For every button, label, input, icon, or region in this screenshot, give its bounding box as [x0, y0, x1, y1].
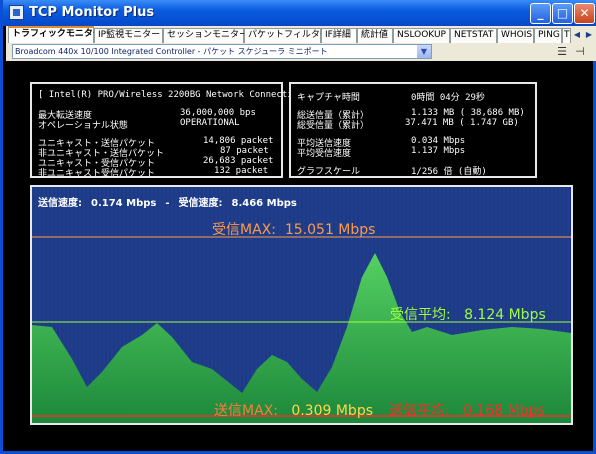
close-button[interactable]: ✕ — [574, 3, 595, 24]
pin-icon[interactable]: ⊣ — [573, 45, 587, 59]
adapter-select[interactable]: Broadcom 440x 10/100 Integrated Controll… — [12, 44, 432, 59]
tab-bar: トラフィックモニター IP監視モニター セッションモニター パケットフィルター … — [6, 26, 596, 43]
device-bar: Broadcom 440x 10/100 Integrated Controll… — [6, 43, 596, 61]
graph-scale-label: グラフスケール — [297, 167, 361, 177]
graph-scale-value: 1/256 倍 (自動) — [411, 167, 487, 177]
recv-max-value: 15.051 Mbps — [284, 222, 376, 238]
total-sent-value: 1.133 MB ( 38,686 MB) — [411, 108, 525, 118]
tab-traffic-monitor[interactable]: トラフィックモニター — [8, 26, 102, 43]
unicast-recv-value: 26,683 packet — [203, 156, 274, 166]
connection-name: [ Intel(R) PRO/Wireless 2200BG Network C… — [38, 90, 315, 100]
recv-speed-value: 8.466 Mbps — [231, 198, 297, 209]
minimize-button[interactable]: _ — [530, 3, 551, 24]
send-avg-label: 送信平均: 0.168 Mbps — [389, 403, 545, 419]
recv-max-label: 受信MAX: 15.051 Mbps — [212, 222, 376, 238]
send-speed-value: 0.174 Mbps — [91, 198, 157, 209]
max-speed-value: 36,000,000 bps — [180, 108, 256, 118]
speed-separator: - — [165, 198, 170, 209]
send-avg-value: 0.168 Mbps — [463, 403, 545, 419]
non-unicast-recv-label: 非ユニキャスト受信パケット — [38, 169, 156, 179]
avg-send-speed-value: 0.034 Mbps — [411, 136, 466, 146]
tab-nslookup[interactable]: NSLOOKUP — [393, 28, 450, 43]
capture-time-value: 0時間 04分 29秒 — [411, 93, 485, 103]
non-unicast-recv-value: 132 packet — [214, 166, 269, 176]
recv-speed-label: 受信速度: — [178, 198, 223, 209]
tab-whois[interactable]: WHOIS — [497, 28, 534, 43]
tab-scroll-left-icon[interactable]: ◀ — [571, 28, 583, 41]
tab-statistics[interactable]: 統計値 — [357, 28, 393, 43]
app-icon — [9, 5, 24, 20]
unicast-sent-value: 14,806 packet — [203, 136, 274, 146]
window-title: TCP Monitor Plus — [29, 5, 155, 20]
send-max-label: 送信MAX: 0.309 Mbps — [214, 403, 374, 419]
traffic-graph: 送信速度: 0.174 Mbps - 受信速度: 8.466 Mbps 受信MAX: 1… — [30, 185, 573, 425]
current-speed-header: 送信速度: 0.174 Mbps - 受信速度: 8.466 Mbps — [38, 194, 306, 209]
tab-truncated[interactable]: T — [562, 28, 571, 43]
recv-avg-label: 受信平均: 8.124 Mbps — [390, 307, 546, 323]
maximize-button[interactable]: □ — [552, 3, 573, 24]
tab-netstat[interactable]: NETSTAT — [450, 28, 497, 43]
tab-if-detail[interactable]: IF詳細 — [321, 28, 357, 43]
operational-state-value: OPERATIONAL — [180, 118, 240, 128]
operational-state-label: オペレーショナル状態 — [38, 121, 128, 131]
total-recv-value: 37.471 MB ( 1.747 GB) — [405, 118, 519, 128]
capture-stats-panel: キャプチャ時間 0時間 04分 29秒 総送信量（累計） 1.133 MB ( … — [289, 82, 537, 178]
adapter-select-value: Broadcom 440x 10/100 Integrated Controll… — [15, 47, 328, 56]
tab-ip-monitor[interactable]: IP監視モニター — [94, 28, 163, 43]
send-speed-label: 送信速度: — [38, 198, 82, 209]
tab-packet-filter[interactable]: パケットフィルター — [244, 28, 329, 43]
total-recv-label: 総受信量（累計） — [297, 121, 370, 131]
send-max-value: 0.309 Mbps — [291, 403, 374, 419]
avg-recv-speed-value: 1.137 Mbps — [411, 146, 466, 156]
avg-recv-speed-label: 平均受信速度 — [297, 149, 352, 159]
capture-time-label: キャプチャ時間 — [297, 93, 360, 103]
non-unicast-sent-value: 87 packet — [220, 146, 269, 156]
tab-session-monitor[interactable]: セッションモニター — [163, 28, 248, 43]
title-bar[interactable]: TCP Monitor Plus _ □ ✕ — [3, 0, 596, 26]
recv-avg-value: 8.124 Mbps — [464, 307, 546, 323]
tab-ping[interactable]: PING — [534, 28, 562, 43]
chevron-down-icon[interactable]: ▼ — [417, 45, 431, 58]
tab-scroll-right-icon[interactable]: ▶ — [583, 28, 595, 41]
list-icon[interactable]: ☰ — [555, 45, 569, 59]
app-window: TCP Monitor Plus _ □ ✕ トラフィックモニター IP監視モニ… — [0, 0, 596, 454]
adapter-info-panel: [ Intel(R) PRO/Wireless 2200BG Network C… — [30, 82, 314, 179]
